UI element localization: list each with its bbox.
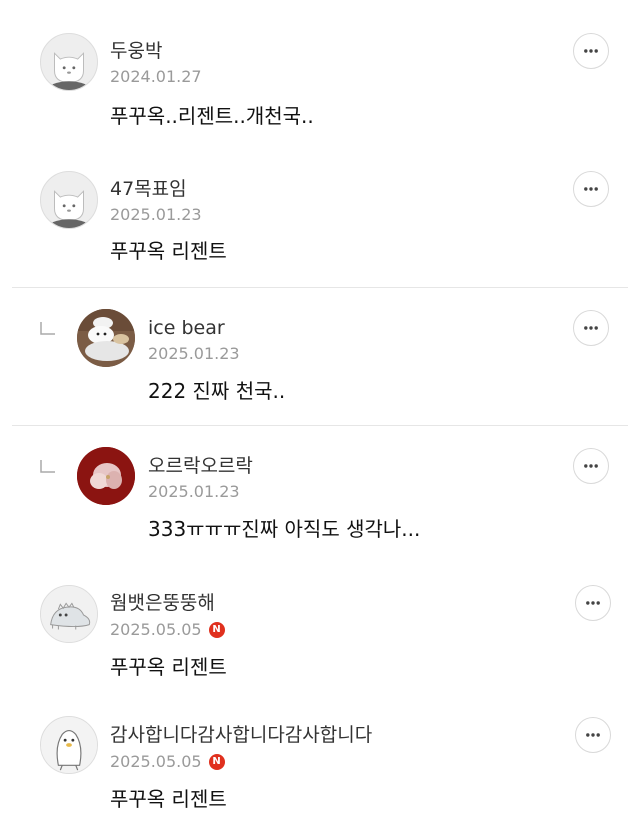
avatar[interactable]: [40, 716, 98, 774]
comment-list: 두웅박 2024.01.27 푸꾸옥..리젠트..개천국.. 47목표임 202…: [0, 0, 640, 833]
naver-badge-icon: N: [208, 754, 225, 770]
penguin-icon: [41, 717, 97, 773]
author-name[interactable]: 감사합니다감사합니다감사합니다: [110, 724, 372, 746]
comment-item: 감사합니다감사합니다감사합니다 2025.05.05 N 푸꾸옥 리젠트: [0, 0, 640, 833]
comment-text: 푸꾸옥 리젠트: [110, 787, 227, 811]
more-dots-icon: [586, 733, 600, 737]
date-text: 2025.05.05: [110, 752, 202, 771]
comment-date: 2025.05.05 N: [110, 752, 225, 772]
more-options-button[interactable]: [575, 717, 611, 753]
